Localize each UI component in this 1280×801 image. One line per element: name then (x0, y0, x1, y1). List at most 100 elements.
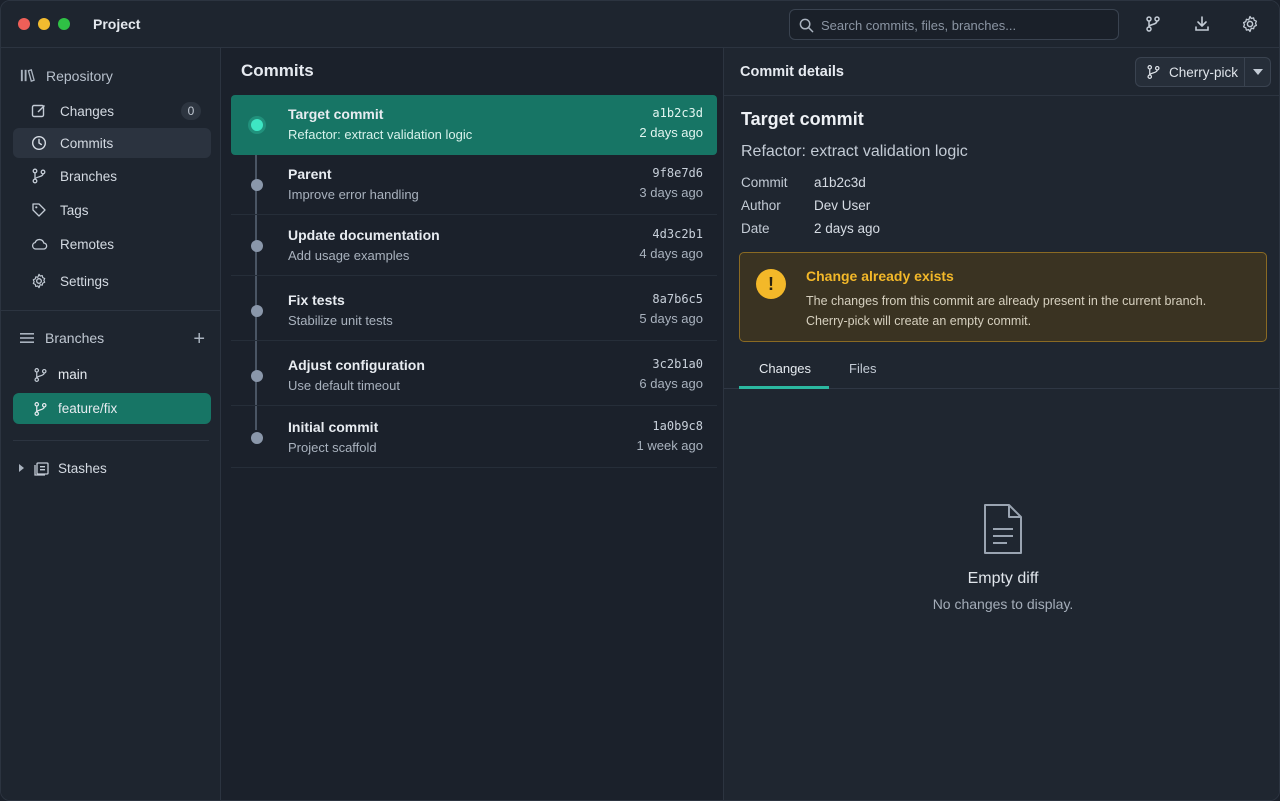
search-box[interactable] (789, 9, 1119, 40)
commit-message: Improve error handling (288, 187, 419, 202)
commit-row[interactable]: Update documentation Add usage examples … (231, 216, 717, 276)
branches-section-label: Branches (45, 330, 105, 346)
gear-icon (30, 272, 48, 290)
commit-title: Parent (288, 166, 332, 182)
commit-time: 2 days ago (639, 125, 703, 140)
edit-icon (30, 102, 48, 120)
commit-hash: 3c2b1a0 (652, 357, 703, 371)
tab-changes[interactable]: Changes (759, 361, 811, 376)
commit-node (251, 240, 263, 252)
commit-title: Initial commit (288, 419, 379, 435)
app-title: Project (93, 16, 141, 32)
commit-time: 6 days ago (639, 376, 703, 391)
repository-icon (20, 68, 35, 83)
search-input[interactable] (821, 15, 1111, 35)
commit-hash: 1a0b9c8 (652, 419, 703, 433)
branches-section-header: Branches + (19, 328, 205, 350)
meta-key: Author (741, 198, 781, 213)
cloud-icon (30, 235, 48, 253)
warning-message: The changes from this commit are already… (806, 294, 1207, 328)
warning-banner: ! Change already exists The changes from… (739, 252, 1267, 342)
sidebar-item-changes[interactable]: Changes 0 (13, 96, 211, 126)
commit-time: 4 days ago (639, 246, 703, 261)
branch-item-main[interactable]: main (13, 359, 211, 390)
commit-row[interactable]: Fix tests Stabilize unit tests 8a7b6c5 5… (231, 281, 717, 341)
commit-row[interactable]: Adjust configuration Use default timeout… (231, 346, 717, 406)
commit-message: Refactor: extract validation logic (288, 127, 473, 142)
commit-node (251, 370, 263, 382)
commit-node (251, 305, 263, 317)
sidebar-item-commits[interactable]: Commits (13, 128, 211, 158)
cherry-pick-button[interactable]: Cherry-pick (1135, 57, 1245, 87)
commit-row[interactable]: Initial commit Project scaffold 1a0b9c8 … (231, 408, 717, 468)
active-tab-indicator (739, 386, 829, 389)
cherry-pick-label: Cherry-pick (1169, 64, 1239, 80)
commit-title: Update documentation (288, 227, 440, 243)
sidebar-item-remotes[interactable]: Remotes (13, 229, 211, 259)
sidebar-item-label: Settings (60, 273, 109, 289)
commit-row[interactable]: Parent Improve error handling 9f8e7d6 3 … (231, 155, 717, 215)
divider (1, 310, 220, 311)
maximize-window-button[interactable] (58, 18, 70, 30)
close-window-button[interactable] (18, 18, 30, 30)
meta-value: a1b2c3d (814, 175, 866, 190)
commit-hash: 8a7b6c5 (652, 292, 703, 306)
sidebar-item-label: Commits (60, 135, 114, 151)
commits-title: Commits (241, 61, 314, 80)
commits-panel: Commits Target commit Refactor: extract … (228, 48, 722, 800)
commit-title: Fix tests (288, 292, 345, 308)
cherry-pick-dropdown-button[interactable] (1244, 57, 1271, 87)
minimize-window-button[interactable] (38, 18, 50, 30)
sidebar-item-settings[interactable]: Settings (13, 266, 211, 296)
list-icon (20, 333, 34, 343)
warning-icon: ! (756, 269, 786, 299)
details-tabs: Changes Files (724, 351, 1279, 389)
meta-value: Dev User (814, 198, 871, 213)
commit-detail-subtitle: Refactor: extract validation logic (741, 143, 968, 160)
branch-icon (34, 401, 47, 416)
sidebar-item-label: Remotes (60, 236, 115, 252)
empty-diff-subtitle: No changes to display. (932, 596, 1074, 612)
branch-icon (1147, 65, 1160, 79)
commit-node (251, 179, 263, 191)
branch-icon (34, 367, 47, 382)
repository-header: Repository (19, 67, 113, 84)
details-header-title: Commit details (740, 64, 844, 80)
commit-time: 1 week ago (636, 438, 704, 453)
stash-icon (34, 462, 49, 476)
sidebar-item-tags[interactable]: Tags (13, 195, 211, 225)
commit-hash: 9f8e7d6 (652, 166, 703, 180)
stashes-label: Stashes (58, 460, 107, 476)
sidebar: Repository Changes 0 Commits Branches Ta… (1, 48, 221, 800)
sidebar-item-label: Tags (60, 202, 89, 218)
chevron-down-icon (1252, 69, 1263, 75)
commit-row[interactable]: Target commit Refactor: extract validati… (231, 95, 717, 155)
changes-count-badge: 0 (181, 102, 201, 120)
meta-key: Date (741, 221, 770, 236)
caret-right-icon (19, 464, 24, 472)
commit-message: Add usage examples (288, 248, 410, 263)
commit-hash: 4d3c2b1 (652, 227, 703, 241)
add-branch-button[interactable]: + (193, 328, 205, 351)
stashes-item[interactable]: Stashes (18, 460, 107, 476)
title-bar: Project (1, 1, 1279, 48)
document-icon (984, 504, 1022, 554)
commit-hash: a1b2c3d (652, 106, 703, 120)
tab-files[interactable]: Files (849, 361, 876, 376)
branch-item-feature-fix[interactable]: feature/fix (13, 393, 211, 424)
branch-icon (30, 167, 48, 185)
gear-icon[interactable] (1240, 14, 1260, 34)
branch-label: main (58, 367, 88, 382)
warning-title: Change already exists (806, 268, 954, 284)
repository-label: Repository (46, 67, 113, 84)
download-icon[interactable] (1192, 14, 1212, 34)
meta-value: 2 days ago (814, 221, 881, 236)
commit-message: Stabilize unit tests (288, 313, 393, 328)
details-header: Commit details Cherry-pick (724, 48, 1279, 96)
sidebar-item-branches[interactable]: Branches (13, 161, 211, 191)
commit-message: Project scaffold (288, 440, 377, 455)
commit-details-panel: Commit details Cherry-pick Target commit… (723, 48, 1279, 800)
branch-icon[interactable] (1143, 14, 1163, 34)
empty-diff-title: Empty diff (967, 570, 1039, 587)
commit-message: Use default timeout (288, 378, 401, 393)
